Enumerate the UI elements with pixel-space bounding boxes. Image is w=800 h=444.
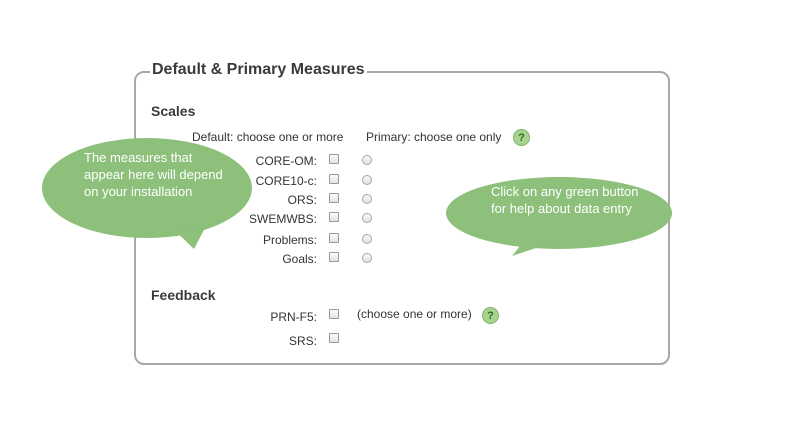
left-callout-text: The measures that appear here will depen… <box>84 150 223 199</box>
right-callout-text: Click on any green button for help about… <box>491 184 639 216</box>
callout-bubbles <box>42 138 672 256</box>
